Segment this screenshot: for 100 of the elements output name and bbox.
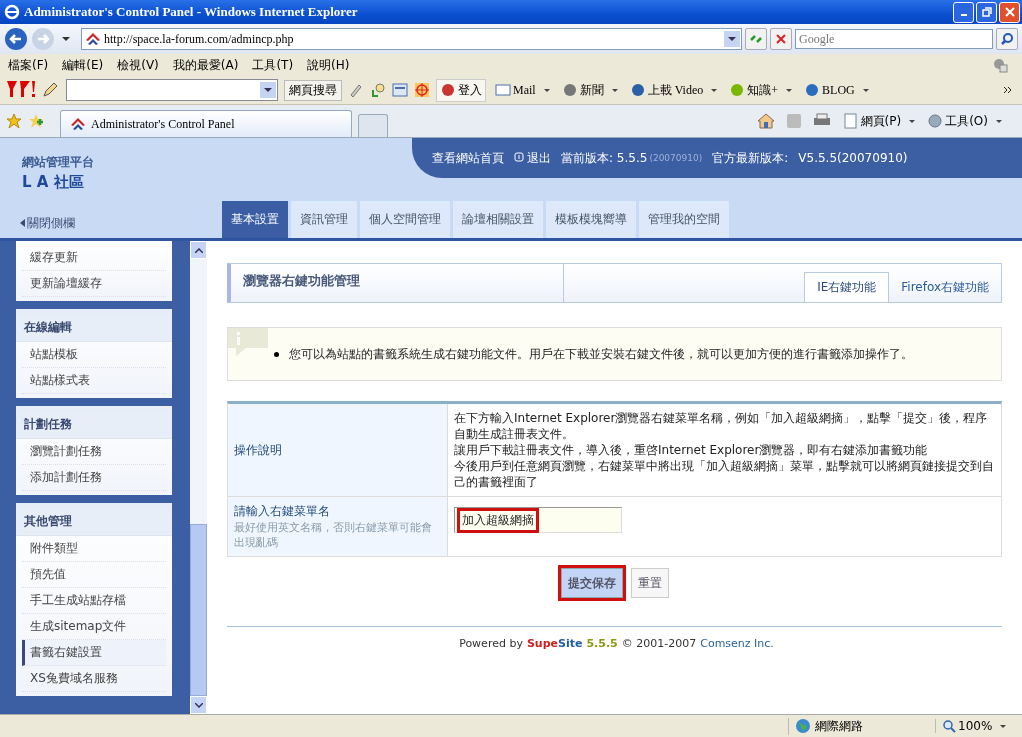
notice-text: 您可以為站點的書籤系統生成右鍵功能文件。用戶在下載並安裝右鍵文件後，就可以更加方便的進行書籤添加操作了。: [289, 345, 913, 363]
nav-tab[interactable]: 模板模塊嚮導: [546, 201, 636, 238]
more-chevron-icon[interactable]: [1004, 87, 1012, 93]
stop-icon: [774, 32, 788, 46]
address-field[interactable]: http://space.la-forum.com/admincp.php: [81, 28, 742, 50]
command-button[interactable]: 網頁(P): [842, 112, 916, 130]
zoom-button[interactable]: 100%: [935, 719, 1022, 733]
field-label: 請輸入右鍵菜單名: [234, 503, 331, 520]
sidebar-item[interactable]: 站點樣式表: [22, 368, 166, 394]
caret-icon: [728, 37, 736, 41]
toolbar-button[interactable]: BLOG: [801, 80, 872, 100]
caret-icon: [543, 88, 550, 92]
sidebar-item[interactable]: 書籤右鍵設置: [22, 640, 166, 666]
sidebar-item[interactable]: 瀏覽計劃任務: [22, 439, 166, 465]
submit-button[interactable]: 提交保存: [560, 568, 623, 598]
stop-button[interactable]: [770, 28, 792, 50]
highlighter-icon[interactable]: [348, 82, 364, 98]
settings-icon[interactable]: [992, 57, 1008, 73]
scrollbar[interactable]: [190, 241, 207, 714]
toolbar-button[interactable]: 知識+: [726, 79, 796, 101]
panel-tab[interactable]: IE右鍵功能: [804, 272, 890, 302]
menu-item[interactable]: 檢視(V): [117, 56, 159, 74]
scroll-up-button[interactable]: [190, 241, 207, 259]
caret-icon: [611, 88, 618, 92]
site-logo-icon: [71, 118, 85, 130]
down-caret-icon: [194, 702, 203, 708]
latest-version-label: 官方最新版本:: [712, 149, 789, 167]
menu-item[interactable]: 工具(T): [252, 56, 294, 74]
sidebar-item[interactable]: 預先值: [22, 562, 166, 588]
caret-icon: [264, 88, 272, 92]
browser-tab[interactable]: Administrator's Control Panel: [60, 110, 352, 137]
instruction-text: 讓用戶下載註冊表文件，導入後，重啓Internet Explorer瀏覽器，即有右鍵添加書籤功能: [454, 442, 929, 458]
bullet-icon: [274, 351, 279, 357]
minimize-button[interactable]: [953, 1, 974, 23]
add-favorite-icon[interactable]: [28, 113, 44, 129]
sidebar-item[interactable]: 添加計劃任務: [22, 465, 166, 491]
menu-item[interactable]: 我的最愛(A): [172, 56, 239, 74]
web-search-button[interactable]: 網頁搜尋: [284, 79, 342, 101]
menu-item[interactable]: 說明(H): [307, 56, 350, 74]
caret-icon: [1000, 724, 1007, 728]
version-date: (20070910): [649, 153, 703, 163]
zoom-icon: [942, 719, 956, 733]
platform-title: 網站管理平台: [22, 154, 94, 171]
pencil-icon[interactable]: [42, 82, 60, 98]
round-icon: [629, 83, 646, 97]
sidebar-item[interactable]: 手工生成站點存檔: [22, 588, 166, 614]
back-button[interactable]: [4, 27, 28, 51]
restore-icon: [981, 7, 992, 17]
panel-title: 瀏覽器右鍵功能管理: [231, 264, 564, 302]
caret-icon: [711, 88, 718, 92]
sidebar-item[interactable]: XS兔費域名服務: [22, 666, 166, 692]
footer-text: Powered by SupeSite 5.5.5 © 2001-2007 Comsenz Inc.: [227, 626, 1002, 650]
favorites-star-icon[interactable]: [6, 113, 22, 129]
target-icon[interactable]: [414, 82, 430, 98]
close-button[interactable]: [999, 1, 1020, 23]
reset-button[interactable]: 重置: [630, 568, 669, 598]
command-button[interactable]: 工具(O): [927, 112, 1002, 130]
envelope-icon: [495, 83, 511, 97]
scroll-down-button[interactable]: [190, 696, 207, 714]
menu-name-field[interactable]: 加入超級網摘: [454, 507, 622, 533]
left-triangle-icon: [20, 219, 25, 227]
search-field[interactable]: Google: [795, 29, 993, 49]
panel-tab[interactable]: Firefox右鍵功能: [889, 272, 1001, 302]
nav-tab[interactable]: 個人空間管理: [360, 201, 450, 238]
window-icon[interactable]: [392, 82, 408, 98]
sidebar-item[interactable]: 附件類型: [22, 536, 166, 562]
magnifier-icon[interactable]: [370, 82, 386, 98]
search-button[interactable]: [996, 28, 1018, 50]
toolbar-button[interactable]: 上載 Video: [626, 79, 721, 101]
toolbar-search-field[interactable]: [66, 79, 278, 101]
sidebar-item[interactable]: 更新論壇緩存: [22, 271, 166, 297]
refresh-button[interactable]: [745, 28, 767, 50]
sidebar-item[interactable]: 緩存更新: [22, 245, 166, 271]
toolbar-button[interactable]: Mail: [492, 80, 553, 100]
caret-icon: [909, 119, 916, 123]
nav-tab[interactable]: 管理我的空間: [639, 201, 729, 238]
sidebar-item[interactable]: 站點模板: [22, 342, 166, 368]
scroll-thumb[interactable]: [190, 524, 207, 696]
nav-tab[interactable]: 資訊管理: [291, 201, 357, 238]
dropdown-button[interactable]: [260, 82, 276, 98]
nav-tab[interactable]: 論壇相關設置: [453, 201, 543, 238]
nav-tab[interactable]: 基本設置: [222, 201, 288, 238]
view-site-link[interactable]: 查看網站首頁: [432, 149, 504, 167]
menu-group-title: 計劃任務: [16, 411, 172, 439]
field-label: 操作說明: [234, 441, 283, 459]
round-icon: [561, 83, 578, 97]
menu-item[interactable]: 編輯(E): [62, 56, 104, 74]
home-icon[interactable]: [756, 113, 775, 129]
address-dropdown-button[interactable]: [724, 31, 740, 47]
toolbar-button[interactable]: 新聞: [558, 79, 621, 101]
menu-item[interactable]: 檔案(F): [8, 56, 49, 74]
search-icon: [1000, 32, 1014, 46]
dropdown-caret-icon[interactable]: [62, 37, 70, 41]
caret-icon: [786, 88, 793, 92]
current-version: 當前版本: 5.5.5: [561, 149, 648, 167]
logout-link[interactable]: 退出: [514, 149, 551, 167]
toolbar-button[interactable]: 登入: [436, 78, 486, 102]
field-hint: 最好使用英文名稱，否則右鍵菜單可能會出現亂碼: [234, 520, 433, 550]
restore-button[interactable]: [976, 1, 997, 23]
close-sidebar-link[interactable]: 關閉側欄: [0, 215, 222, 238]
